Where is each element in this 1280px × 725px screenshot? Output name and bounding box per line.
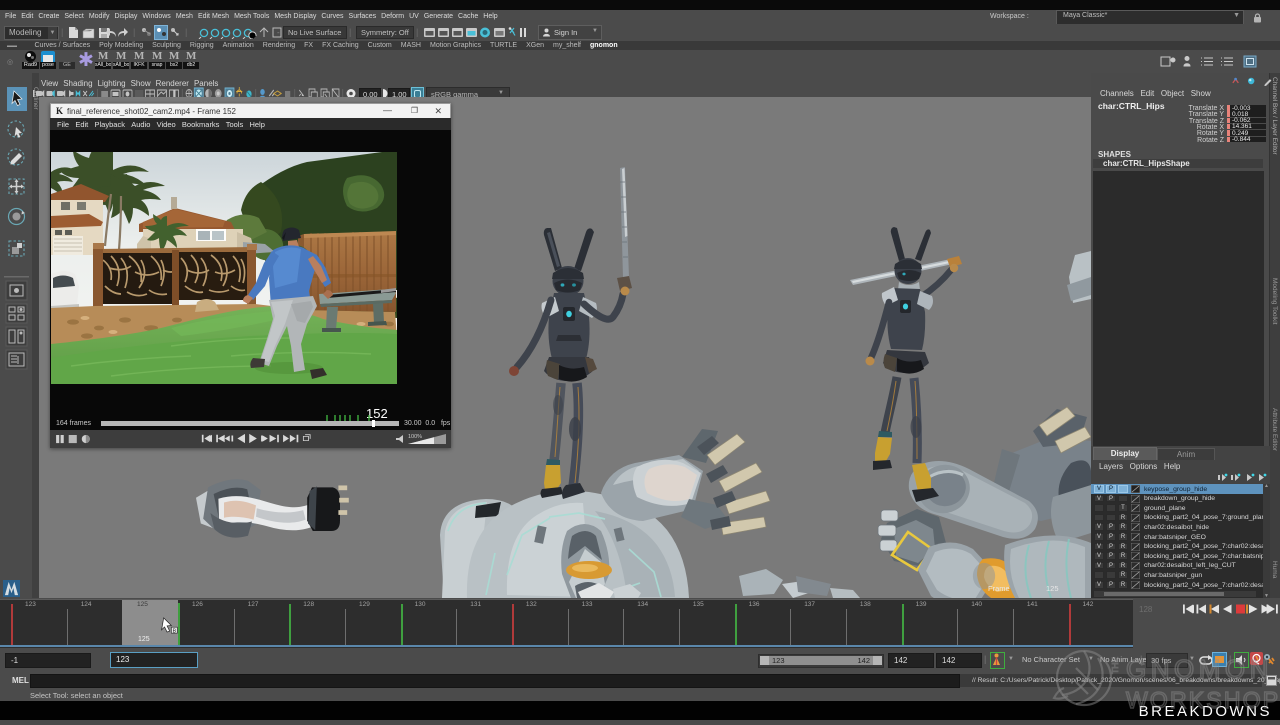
svg-text:125: 125 [1046,584,1059,593]
svg-text:B: B [173,628,177,634]
svg-text:100%: 100% [408,434,422,440]
svg-text:Frame: Frame [988,584,1010,593]
